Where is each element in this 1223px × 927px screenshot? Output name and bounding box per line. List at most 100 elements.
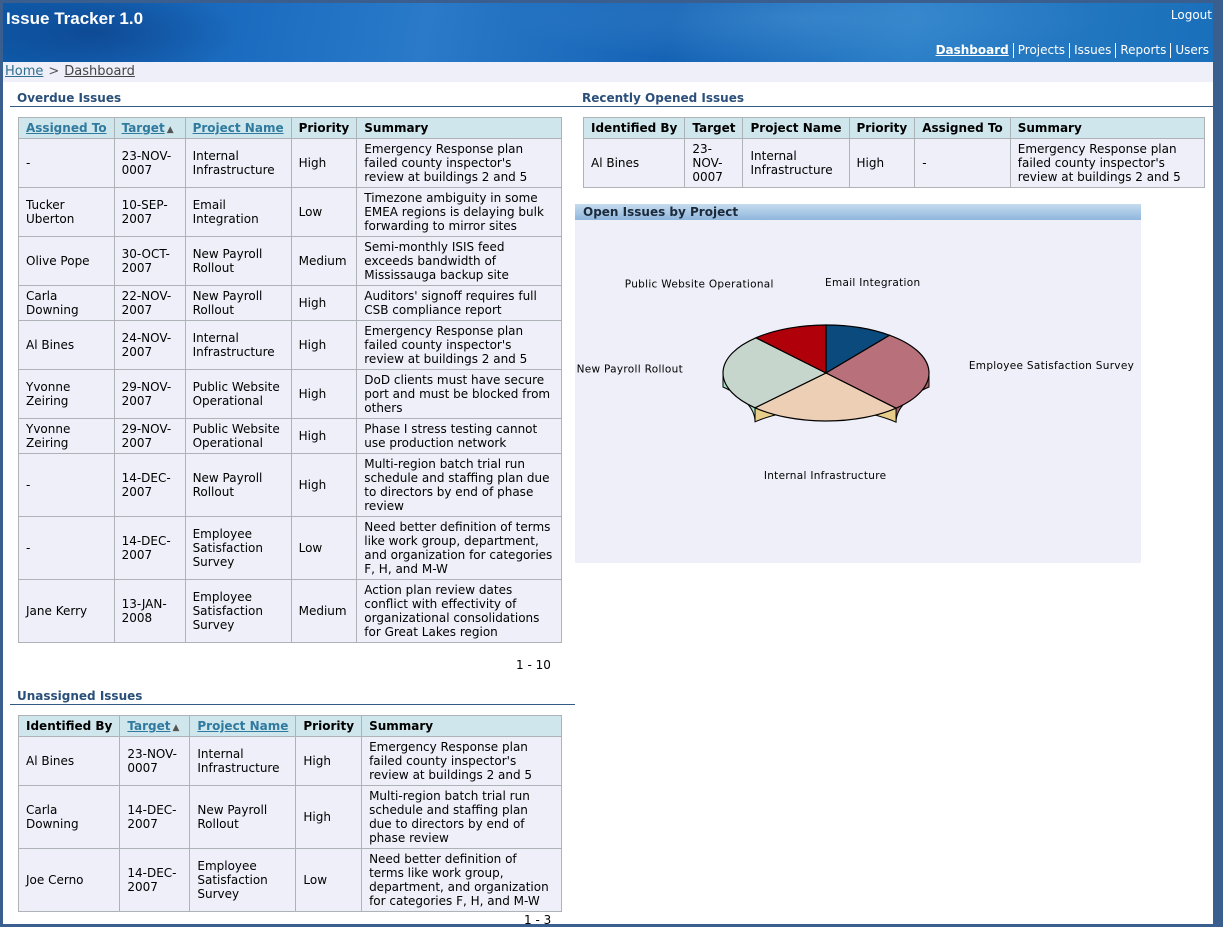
table-cell: High (848, 138, 916, 188)
table-cell: Need better definition of terms like wor… (361, 848, 562, 912)
nav-issues[interactable]: Issues (1069, 43, 1115, 58)
table-cell: - (18, 516, 115, 580)
col-summary: Summary (361, 715, 562, 737)
table-cell: 14-DEC-2007 (119, 848, 191, 912)
table-cell: Employee Satisfaction Survey (189, 848, 297, 912)
sort-project-name-link[interactable]: Project Name (197, 719, 288, 733)
table-cell: Phase I stress testing cannot use produc… (356, 418, 562, 454)
table-cell: 23-NOV-0007 (113, 138, 186, 188)
table-cell: Olive Pope (18, 236, 115, 286)
chart-title: Open Issues by Project (575, 204, 1141, 220)
table-cell: 13-JAN-2008 (113, 579, 186, 643)
table-cell: High (290, 320, 358, 370)
col-target: Target (684, 117, 744, 139)
table-cell: 24-NOV-2007 (113, 320, 186, 370)
table-cell: 29-NOV-2007 (113, 369, 186, 419)
sort-target-link[interactable]: Target (127, 719, 170, 733)
table-cell: High (290, 369, 358, 419)
table-cell: Medium (290, 236, 358, 286)
pie-label: Internal Infrastructure (764, 470, 887, 482)
pie-chart: Email Integration Employee Satisfaction S… (577, 277, 1134, 482)
recent-issues-title: Recently Opened Issues (575, 91, 1213, 107)
breadcrumb-separator: > (48, 64, 60, 79)
col-project-name[interactable]: Project Name (184, 117, 292, 139)
table-row: Yvonne Zeiring 29-NOV-2007 Public Website … (18, 418, 562, 454)
table-cell: 29-NOV-2007 (113, 418, 186, 454)
table-cell: Emergency Response plan failed county in… (356, 320, 562, 370)
table-cell: New Payroll Rollout (189, 785, 297, 849)
table-cell: Carla Downing (18, 285, 115, 321)
table-cell: Internal Infrastructure (742, 138, 850, 188)
table-row: -23-NOV-0007 Internal Infrastructure High E… (18, 138, 562, 188)
table-cell: Need better definition of terms like wor… (356, 516, 562, 580)
table-cell: Email Integration (184, 187, 292, 237)
table-cell: Carla Downing (17, 785, 121, 849)
table-cell: Yvonne Zeiring (18, 418, 115, 454)
nav-reports[interactable]: Reports (1115, 43, 1170, 58)
table-cell: Emergency Response plan failed county in… (1009, 138, 1206, 188)
table-row: Al Bines 23-NOV-0007 Internal Infrastructu… (17, 736, 562, 786)
overdue-issues-table: Assigned To Target ▲ Project Name Priorit… (18, 117, 562, 643)
table-cell: DoD clients must have secure port and mu… (356, 369, 562, 419)
sort-ascending-icon: ▲ (166, 125, 174, 135)
table-header-row: Identified By Target ▲ Project Name Prior… (17, 715, 562, 737)
table-cell: Joe Cerno (17, 848, 121, 912)
sort-target-link[interactable]: Target (122, 121, 165, 135)
sort-assigned-to-link[interactable]: Assigned To (26, 121, 107, 135)
table-row: Joe Cerno 14-DEC-2007 Employee Satisfactio… (17, 848, 562, 912)
recent-issues-table: Identified By Target Project Name Priori… (582, 117, 1206, 188)
table-cell: New Payroll Rollout (184, 453, 292, 517)
nav-projects[interactable]: Projects (1012, 43, 1069, 58)
nav-dashboard[interactable]: Dashboard (932, 43, 1013, 58)
table-row: -14-DEC-2007 Employee Satisfaction Survey… (18, 516, 562, 580)
col-summary: Summary (1009, 117, 1206, 139)
logout-link[interactable]: Logout (1171, 8, 1212, 22)
table-cell: Semi-monthly ISIS feed exceeds bandwidth… (356, 236, 562, 286)
table-cell: Public Website Operational (184, 418, 292, 454)
nav-users[interactable]: Users (1170, 43, 1213, 58)
table-row: Jane Kerry 13-JAN-2008 Employee Satisfacti… (18, 579, 562, 643)
table-row: Al Bines 23-NOV-0007 Internal Infrastructu… (582, 138, 1206, 188)
overdue-issues-title: Overdue Issues (10, 91, 575, 107)
table-cell: 30-OCT-2007 (113, 236, 186, 286)
table-row: Yvonne Zeiring 29-NOV-2007 Public Website … (18, 369, 562, 419)
table-cell: Low (290, 516, 358, 580)
table-cell: High (295, 736, 363, 786)
table-cell: 22-NOV-2007 (113, 285, 186, 321)
table-cell: High (290, 285, 358, 321)
table-cell: 23-NOV-0007 (684, 138, 744, 188)
overdue-pager: 1 - 10 (516, 658, 551, 672)
table-cell: Employee Satisfaction Survey (184, 516, 292, 580)
page: Issue Tracker 1.0 Logout Dashboard Proje… (3, 3, 1213, 924)
unassigned-pager: 1 - 3 (524, 913, 552, 924)
table-cell: Timezone ambiguity in some EMEA regions … (356, 187, 562, 237)
table-cell: Multi-region batch trial run schedule an… (361, 785, 562, 849)
table-cell: Al Bines (582, 138, 686, 188)
table-cell: Emergency Response plan failed county in… (361, 736, 562, 786)
pie-label: Public Website Operational (625, 278, 774, 290)
table-cell: Medium (290, 579, 358, 643)
sort-project-name-link[interactable]: Project Name (193, 121, 284, 135)
table-cell: Yvonne Zeiring (18, 369, 115, 419)
table-cell: Tucker Uberton (18, 187, 115, 237)
table-cell: - (914, 138, 1011, 188)
col-priority: Priority (290, 117, 358, 139)
table-cell: 23-NOV-0007 (119, 736, 191, 786)
col-identified-by: Identified By (582, 117, 686, 139)
col-assigned-to[interactable]: Assigned To (18, 117, 115, 139)
breadcrumb-current: Dashboard (64, 64, 135, 79)
header-banner: Issue Tracker 1.0 Logout Dashboard Proje… (3, 3, 1213, 62)
col-target[interactable]: Target ▲ (113, 117, 186, 139)
table-cell: 14-DEC-2007 (113, 516, 186, 580)
table-cell: Al Bines (17, 736, 121, 786)
table-cell: Action plan review dates conflict with e… (356, 579, 562, 643)
pie-label: Email Integration (825, 277, 920, 289)
col-project-name[interactable]: Project Name (189, 715, 297, 737)
table-cell: High (290, 138, 358, 188)
table-cell: Auditors' signoff requires full CSB comp… (356, 285, 562, 321)
table-header-row: Identified By Target Project Name Priori… (582, 117, 1206, 139)
col-project-name: Project Name (742, 117, 850, 139)
top-nav: Dashboard Projects Issues Reports Users (932, 43, 1213, 58)
breadcrumb-home-link[interactable]: Home (5, 64, 43, 79)
col-target[interactable]: Target ▲ (119, 715, 191, 737)
